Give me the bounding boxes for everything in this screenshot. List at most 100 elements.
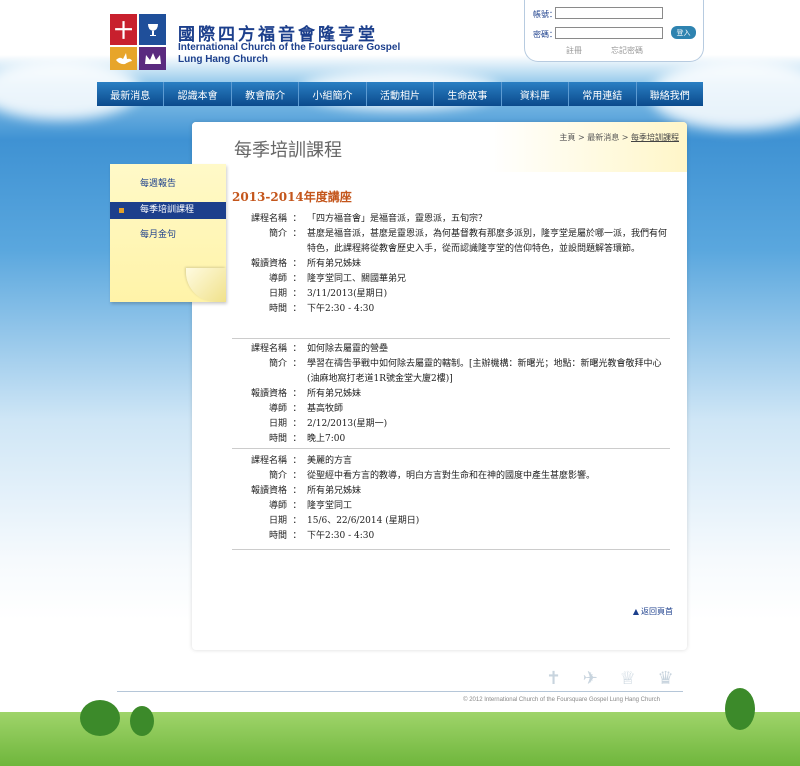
- course-row-time: 時間 ： 下午2:30 - 4:30: [232, 529, 670, 544]
- nav-item-about[interactable]: 認識本會: [164, 82, 232, 106]
- colon: ：: [292, 229, 302, 239]
- breadcrumb-separator: >: [619, 133, 631, 142]
- content-panel: 每季培訓課程 主頁 > 最新消息 > 每季培訓課程 2013-2014年度講座 …: [192, 122, 687, 650]
- nav-item-news[interactable]: 最新消息: [97, 82, 165, 106]
- field-label: 簡介: [268, 229, 287, 239]
- course-row-eligibility: 報讀資格 ： 所有弟兄姊妹: [232, 387, 670, 402]
- church-name-english-line2: Lung Hang Church: [178, 54, 268, 65]
- breadcrumb-home[interactable]: 主頁: [559, 133, 575, 142]
- footer-icons: ✝ ✈ ♕ ♛: [546, 668, 682, 689]
- colon: ：: [292, 304, 302, 314]
- nav-item-database[interactable]: 資料庫: [502, 82, 570, 106]
- tree-decoration: [725, 688, 755, 730]
- field-value: 2/12/2013(星期一): [307, 419, 388, 429]
- tree-decoration: [130, 706, 154, 736]
- breadcrumb-separator: >: [575, 133, 588, 142]
- field-value: 如何除去屬靈的營壘: [307, 344, 389, 354]
- breadcrumb-news[interactable]: 最新消息: [587, 133, 619, 142]
- dove-icon: [110, 47, 137, 70]
- password-input[interactable]: [555, 27, 663, 39]
- field-value: 3/11/2013(星期日): [307, 289, 388, 299]
- sidebar-item-monthly-verse[interactable]: 每月金句: [110, 227, 226, 244]
- field-label: 簡介: [268, 359, 287, 369]
- field-label: 課程名稱: [250, 456, 287, 466]
- field-value: 所有弟兄姊妹: [307, 259, 362, 269]
- colon: ：: [292, 531, 302, 541]
- course-row-date: 日期 ： 15/6、22/6/2014 (星期日): [232, 514, 670, 529]
- login-button[interactable]: 登入: [671, 26, 696, 39]
- back-to-top-link[interactable]: ▲ 返回頁首: [633, 606, 673, 617]
- tree-decoration: [80, 700, 120, 736]
- course-row-name: 課程名稱 ： 如何除去屬靈的營壘: [232, 342, 670, 357]
- field-label: 課程名稱: [250, 344, 287, 354]
- colon: ：: [292, 486, 302, 496]
- church-name-english: International Church of the Foursquare G…: [178, 42, 400, 66]
- account-input[interactable]: [555, 7, 663, 19]
- breadcrumb: 主頁 > 最新消息 > 每季培訓課程: [559, 132, 679, 143]
- nav-item-stories[interactable]: 生命故事: [434, 82, 502, 106]
- cross-icon: 十: [110, 14, 137, 45]
- field-value: 15/6、22/6/2014 (星期日): [307, 516, 420, 526]
- course-row-time: 時間 ： 下午2:30 - 4:30: [232, 302, 670, 317]
- course-row-tutor: 導師 ： 隆亨堂同工、關國華弟兄: [232, 272, 670, 287]
- course-row-tutor: 導師 ： 基高牧師: [232, 402, 670, 417]
- field-value: 所有弟兄姊妹: [307, 486, 362, 496]
- field-value: 「四方福音會」是福音派，靈恩派，五旬宗？: [307, 214, 488, 224]
- nav-item-links[interactable]: 常用連結: [569, 82, 637, 106]
- sidebar-item-weekly-report[interactable]: 每週報告: [110, 176, 226, 193]
- colon: ：: [292, 214, 302, 224]
- field-label: 日期: [268, 289, 287, 299]
- field-value: 下午2:30 - 4:30: [307, 531, 375, 541]
- field-label: 課程名稱: [250, 214, 287, 224]
- field-label: 報讀資格: [250, 486, 287, 496]
- nav-item-contact[interactable]: 聯絡我們: [637, 82, 703, 106]
- course-row-eligibility: 報讀資格 ： 所有弟兄姊妹: [232, 257, 670, 272]
- field-label: 簡介: [268, 471, 287, 481]
- field-label: 報讀資格: [250, 389, 287, 399]
- colon: ：: [292, 419, 302, 429]
- field-label: 時間: [268, 531, 287, 541]
- colon: ：: [292, 359, 302, 369]
- course-row-tutor: 導師 ： 隆亨堂同工: [232, 499, 670, 514]
- up-arrow-icon: ▲: [632, 607, 639, 616]
- register-link[interactable]: 註冊: [566, 45, 582, 56]
- course-row-desc: 簡介 ： 學習在禱告爭戰中如何除去屬靈的轄制。[主辦機構：新曙光；地點：新曙光教會敬…: [232, 357, 670, 387]
- nav-item-photos[interactable]: 活動相片: [367, 82, 435, 106]
- colon: ：: [292, 274, 302, 284]
- field-label: 導師: [268, 501, 287, 511]
- nav-item-groups[interactable]: 小組簡介: [299, 82, 367, 106]
- course-row-date: 日期 ： 2/12/2013(星期一): [232, 417, 670, 432]
- field-value: 下午2:30 - 4:30: [307, 304, 375, 314]
- forgot-password-link[interactable]: 忘記密碼: [611, 45, 643, 56]
- main-navigation: 最新消息 認識本會 教會簡介 小組簡介 活動相片 生命故事 資料庫 常用連結 聯…: [97, 82, 703, 106]
- footer-divider: [117, 691, 683, 692]
- copyright-text: © 2012 International Church of the Fours…: [463, 697, 660, 703]
- colon: ：: [292, 389, 302, 399]
- field-value: 晚上7:00: [307, 434, 346, 444]
- field-value: 美麗的方言: [307, 456, 353, 466]
- field-label: 報讀資格: [250, 259, 287, 269]
- field-label: 日期: [268, 516, 287, 526]
- colon: ：: [292, 404, 302, 414]
- church-name-english-line1: International Church of the Foursquare G…: [178, 42, 401, 53]
- field-label: 日期: [268, 419, 287, 429]
- section-title: 2013-2014年度講座: [232, 190, 352, 204]
- course-entry: 課程名稱 ： 如何除去屬靈的營壘 簡介 ： 學習在禱告爭戰中如何除去屬靈的轄制。[主辦機…: [232, 342, 670, 449]
- colon: ：: [292, 344, 302, 354]
- field-value: 甚麼是福音派，甚麼是靈恩派，為何基督教有那麼多派別，隆亨堂是屬於哪一派，我們有何…: [307, 229, 668, 254]
- back-to-top-label: 返回頁首: [641, 607, 673, 616]
- field-value: 隆亨堂同工: [307, 501, 353, 511]
- chalice-icon: [139, 14, 166, 45]
- church-logo[interactable]: 十: [110, 14, 166, 70]
- course-entry: 課程名稱 ： 美麗的方言 簡介 ： 從聖經中看方言的教導，明白方言對生命和在神的國度中產…: [232, 454, 670, 550]
- crown-icon: [139, 47, 166, 70]
- sidebar-item-training-courses[interactable]: 每季培訓課程: [110, 202, 226, 219]
- field-value: 從聖經中看方言的教導，明白方言對生命和在神的國度中產生甚麼影響。: [307, 471, 596, 481]
- nav-item-church-intro[interactable]: 教會簡介: [232, 82, 300, 106]
- colon: ：: [292, 501, 302, 511]
- colon: ：: [292, 289, 302, 299]
- course-row-time: 時間 ： 晚上7:00: [232, 432, 670, 447]
- field-value: 學習在禱告爭戰中如何除去屬靈的轄制。[主辦機構：新曙光；地點：新曙光教會敬拜中心…: [307, 359, 662, 384]
- field-value: 基高牧師: [307, 404, 344, 414]
- breadcrumb-current[interactable]: 每季培訓課程: [631, 133, 679, 142]
